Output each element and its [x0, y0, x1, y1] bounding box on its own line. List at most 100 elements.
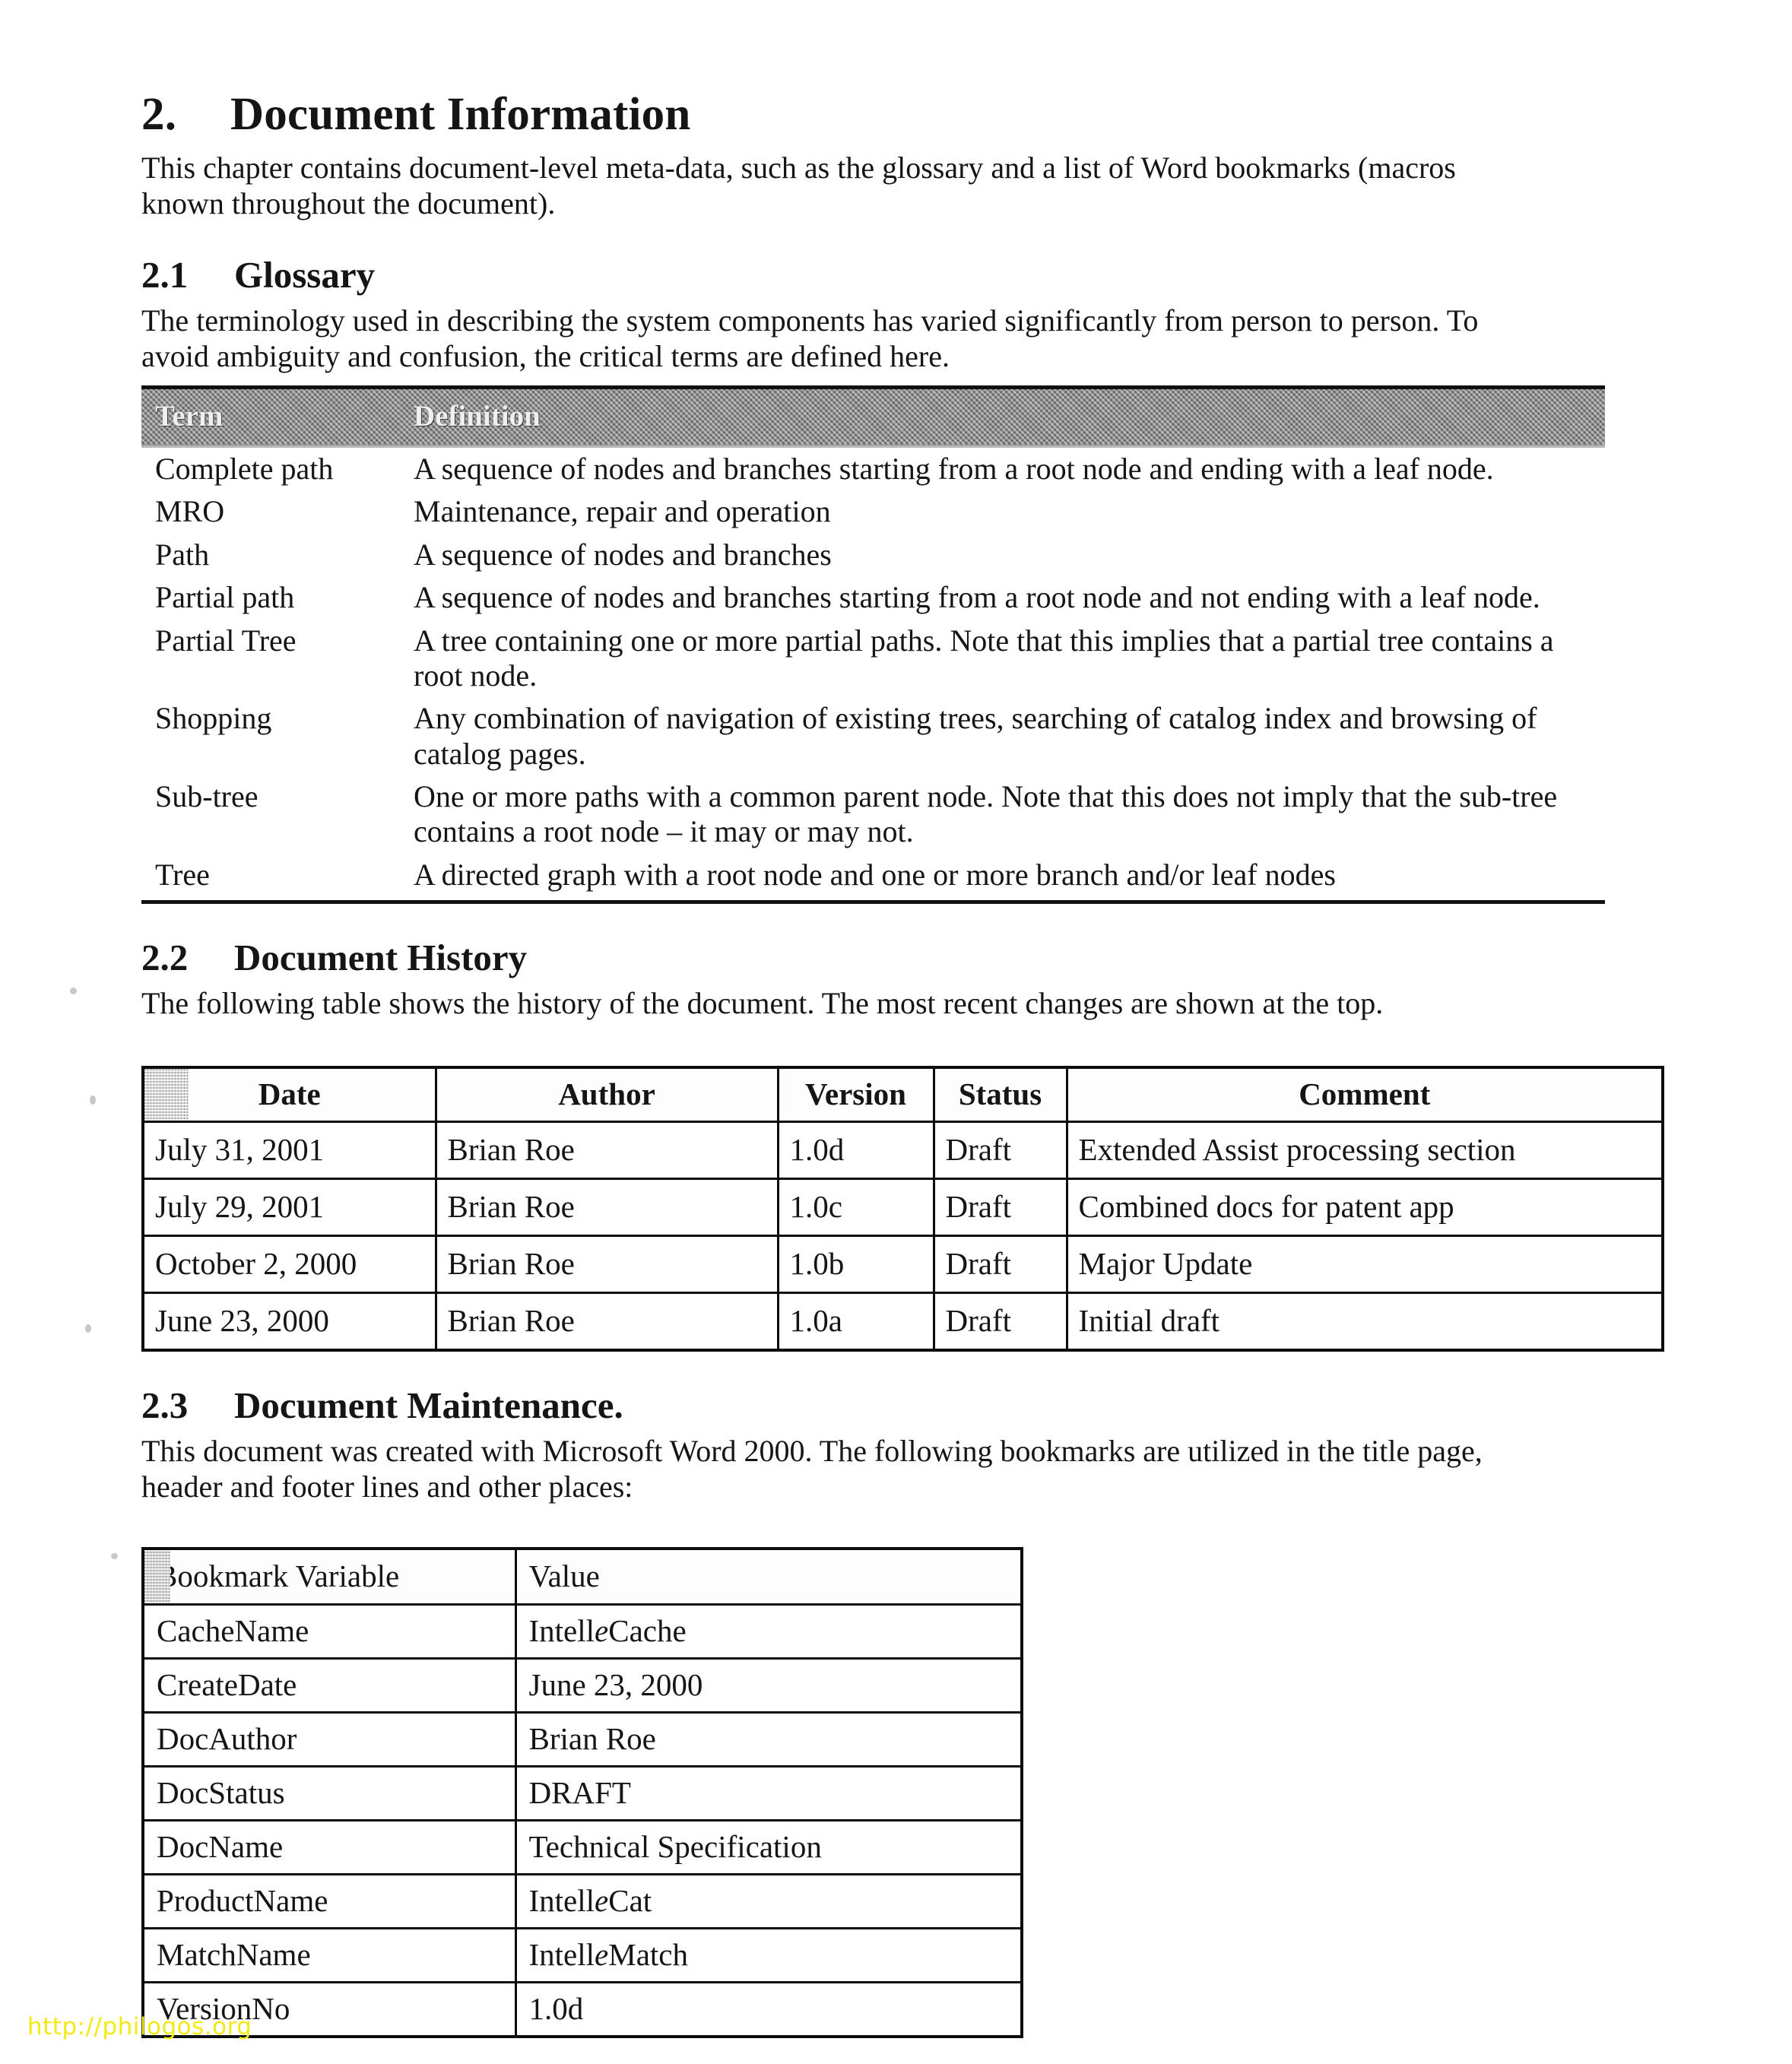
bookmark-value-italic: e [595, 1613, 609, 1649]
history-comment: Initial draft [1065, 1291, 1664, 1352]
bookmark-value-post: Match [608, 1937, 688, 1973]
bookmark-variable: DocName [141, 1819, 517, 1876]
history-intro-paragraph: The following table shows the history of… [141, 986, 1384, 1021]
bookmark-value: June 23, 2000 [514, 1657, 1023, 1714]
chapter-number: 2. [141, 89, 177, 140]
bookmark-value-italic: e [595, 1937, 609, 1973]
bookmark-value: 1.0d [514, 1981, 1023, 2038]
history-header-author: Author [434, 1066, 779, 1123]
bookmark-body: CacheName IntelleCache CreateDate June 2… [141, 1603, 1023, 2038]
maintenance-intro-paragraph: This document was created with Microsoft… [141, 1433, 1483, 1504]
glossary-body: Complete path A sequence of nodes and br… [141, 446, 1605, 905]
glossary-term: Sub-tree [155, 779, 258, 814]
glossary-table: Term Definition Complete path A sequence… [141, 385, 1605, 905]
history-comment: Major Update [1065, 1234, 1664, 1294]
section-heading-history: 2.2 Document History [141, 937, 1654, 978]
glossary-header-term: Term [141, 385, 400, 448]
scan-artifact [85, 1324, 91, 1333]
status-badge: Draft [932, 1291, 1068, 1352]
history-author: Brian Roe [434, 1177, 779, 1237]
bookmark-value-pre: June 23, 2000 [528, 1667, 703, 1703]
bookmark-header-value: Value [514, 1547, 1023, 1606]
bookmark-value-italic: e [595, 1883, 609, 1919]
glossary-term: Path [155, 537, 210, 572]
table-row: MatchName IntelleMatch [141, 1927, 1023, 1984]
history-date: June 23, 2000 [141, 1291, 437, 1352]
history-version: 1.0a [776, 1291, 935, 1352]
bookmark-value: Brian Roe [514, 1711, 1023, 1768]
history-author: Brian Roe [434, 1234, 779, 1294]
section-number-22: 2.2 [141, 937, 189, 979]
bookmark-value-pre: Technical Specification [528, 1829, 822, 1865]
history-date: July 29, 2001 [141, 1177, 437, 1237]
table-row: VersionNo 1.0d [141, 1981, 1023, 2038]
bookmark-value: IntelleCache [514, 1603, 1023, 1660]
glossary-definition: A sequence of nodes and branches startin… [414, 451, 1494, 486]
bookmark-value-pre: DRAFT [528, 1775, 631, 1811]
bookmark-value-pre: Intell [528, 1613, 595, 1649]
section-title-glossary: Glossary [234, 254, 376, 296]
table-row: June 23, 2000 Brian Roe 1.0a Draft Initi… [141, 1291, 1664, 1352]
glossary-definition: A tree containing one or more partial pa… [414, 623, 1554, 693]
glossary-term: Partial path [155, 580, 295, 615]
table-row: Sub-tree One or more paths with a common… [141, 775, 1605, 854]
history-version: 1.0b [776, 1234, 935, 1294]
status-badge: Draft [932, 1120, 1068, 1180]
bookmark-variable: ProductName [141, 1873, 517, 1930]
history-author: Brian Roe [434, 1291, 779, 1352]
table-row: ProductName IntelleCat [141, 1873, 1023, 1930]
bookmark-header-row: Bookmark Variable Value [141, 1547, 1023, 1606]
bookmark-value-post: Cat [608, 1883, 652, 1919]
scanned-page: 2. Document Information This chapter con… [0, 0, 1792, 2064]
history-header-row: Date Author Version Status Comment [141, 1066, 1664, 1123]
glossary-intro-paragraph: The terminology used in describing the s… [141, 303, 1479, 374]
table-row: July 29, 2001 Brian Roe 1.0c Draft Combi… [141, 1177, 1664, 1237]
bookmark-value: IntelleMatch [514, 1927, 1023, 1984]
section-heading-glossary: 2.1 Glossary [141, 255, 1654, 296]
section-number-23: 2.3 [141, 1384, 189, 1426]
bookmark-value: Technical Specification [514, 1819, 1023, 1876]
glossary-definition: One or more paths with a common parent n… [414, 779, 1558, 849]
table-row: Path A sequence of nodes and branches [141, 534, 1605, 576]
glossary-term: Complete path [155, 451, 334, 486]
section-heading-maintenance: 2.3 Document Maintenance. [141, 1385, 1654, 1426]
bookmark-variable: DocAuthor [141, 1711, 517, 1768]
table-row: CreateDate June 23, 2000 [141, 1657, 1023, 1714]
glossary-definition: A sequence of nodes and branches [414, 537, 832, 572]
bookmark-value: IntelleCat [514, 1873, 1023, 1930]
scan-artifact [70, 988, 77, 994]
document-history-table: Date Author Version Status Comment July … [141, 1065, 1664, 1352]
glossary-term: Tree [141, 853, 400, 905]
table-row: Tree A directed graph with a root node a… [141, 853, 1605, 905]
bookmark-value: DRAFT [514, 1765, 1023, 1822]
glossary-definition: A directed graph with a root node and on… [400, 853, 1605, 905]
bookmark-value-pre: Brian Roe [528, 1721, 656, 1757]
status-badge: Draft [932, 1234, 1068, 1294]
history-date: October 2, 2000 [141, 1234, 437, 1294]
bookmark-variable: DocStatus [141, 1765, 517, 1822]
history-header-comment: Comment [1065, 1066, 1664, 1123]
table-row: Partial path A sequence of nodes and bra… [141, 576, 1605, 619]
section-title-history: Document History [234, 937, 528, 979]
history-header-version: Version [776, 1066, 935, 1123]
chapter-intro-paragraph: This chapter contains document-level met… [141, 150, 1456, 220]
table-row: Partial Tree A tree containing one or mo… [141, 620, 1605, 698]
history-comment: Combined docs for patent app [1065, 1177, 1664, 1237]
table-row: MRO Maintenance, repair and operation [141, 490, 1605, 533]
history-author: Brian Roe [434, 1120, 779, 1180]
section-number-21: 2.1 [141, 254, 189, 296]
glossary-header-definition: Definition [400, 385, 1605, 448]
glossary-term: Shopping [155, 701, 272, 736]
glossary-term: MRO [155, 494, 225, 529]
table-row: DocName Technical Specification [141, 1819, 1023, 1876]
bookmark-variable: CacheName [141, 1603, 517, 1660]
table-row: Shopping Any combination of navigation o… [141, 697, 1605, 775]
bookmark-variable: CreateDate [141, 1657, 517, 1714]
chapter-title-text: Document Information [230, 89, 691, 140]
history-date: July 31, 2001 [141, 1120, 437, 1180]
scan-artifact [111, 1553, 118, 1559]
table-row: DocStatus DRAFT [141, 1765, 1023, 1822]
history-header-date: Date [141, 1066, 437, 1123]
bookmark-value-pre: 1.0d [528, 1991, 584, 2027]
watermark-url: http://philogos.org [27, 2013, 252, 2040]
